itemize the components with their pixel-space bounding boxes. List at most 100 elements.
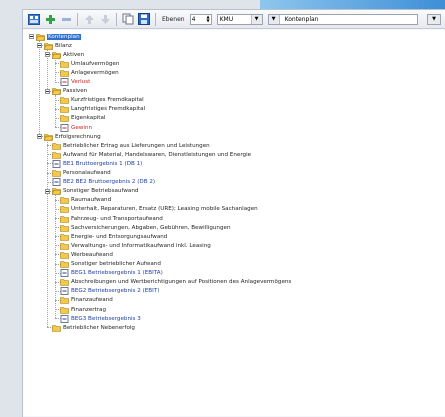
tree-node[interactable]: Betrieblicher Nebenerfolg: [52, 323, 135, 332]
tree-node[interactable]: Energie- und Entsorgungsaufwand: [60, 232, 167, 241]
folder-icon: [60, 96, 71, 104]
chevron-down-icon[interactable]: ▼: [268, 14, 280, 24]
tree-node-label: BE1 Bruttoergebnis 1 (DB 1): [63, 160, 143, 167]
tree-node[interactable]: BEG2 Betriebsergebnis 2 (EBIT): [60, 287, 159, 296]
levels-spinner[interactable]: 4 ▲ ▼: [189, 13, 212, 25]
tree-node[interactable]: Unterhalt, Reparaturen, Ersatz (URE); Le…: [60, 205, 258, 214]
document-icon: [60, 287, 71, 296]
tree-node[interactable]: Aufwand für Material, Handelswaren, Dien…: [52, 150, 251, 159]
scheme-select[interactable]: KMU ▼: [216, 13, 263, 25]
account-tree: Kontenplan Bilanz Aktiven Umlaufvermögen Anl…: [23, 30, 445, 416]
tree-node[interactable]: BE1 Bruttoergebnis 1 (DB 1): [52, 159, 142, 168]
tree-node[interactable]: BEG3 Betriebsergebnis 3: [60, 314, 141, 323]
folder-icon: [60, 196, 71, 205]
tree-node-label: Erfolgsrechnung: [55, 133, 101, 140]
up-icon[interactable]: [82, 12, 96, 26]
tree-node[interactable]: Raumaufwand: [60, 196, 111, 205]
tree-node[interactable]: Kontenplan: [36, 32, 81, 41]
tree-node[interactable]: Umlaufvermögen: [60, 59, 119, 68]
tree-node[interactable]: Anlagevermögen: [60, 68, 119, 77]
collapse-toggle-icon[interactable]: [29, 34, 34, 39]
minus-icon[interactable]: [59, 12, 73, 26]
tree-node-label: Aufwand für Material, Handelswaren, Dien…: [63, 151, 252, 158]
tree-node[interactable]: Passiven: [52, 87, 87, 96]
tree-node-label: BEG3 Betriebsergebnis 3: [71, 315, 141, 322]
folder-icon: [52, 169, 63, 177]
folder-open-icon: [52, 187, 63, 195]
tree-node-label: Energie- und Entsorgungsaufwand: [71, 233, 168, 240]
collapse-toggle-icon[interactable]: [45, 52, 50, 58]
tree-node-label: Passiven: [63, 88, 88, 95]
tree-node[interactable]: Sachversicherungen, Abgaben, Gebühren, B…: [60, 223, 231, 232]
tree-node-label: Kontenplan: [47, 33, 81, 40]
tree-node-label: Unterhalt, Reparaturen, Ersatz (URE); Le…: [71, 206, 258, 213]
document-icon: [60, 123, 71, 132]
tree-node-label: Betrieblicher Ertrag aus Lieferungen und…: [63, 142, 210, 149]
tree-node-label: Verlust: [71, 79, 91, 85]
folder-icon: [52, 151, 63, 159]
tree-guide-line: [55, 58, 56, 82]
tree-node[interactable]: Aktiven: [52, 50, 84, 59]
tree-node[interactable]: Erfolgsrechnung: [44, 132, 101, 141]
tree-node[interactable]: Verwaltungs- und Informatikaufwand inkl.…: [60, 241, 211, 250]
chevron-down-icon[interactable]: ▼: [428, 14, 440, 24]
collapse-toggle-icon[interactable]: [37, 134, 42, 140]
collapse-toggle-icon[interactable]: [45, 188, 50, 194]
tree-guide-line: [39, 40, 40, 137]
tree-node[interactable]: Eigenkapital: [60, 114, 105, 123]
folder-icon: [60, 114, 71, 123]
tree-node[interactable]: Personalaufwand: [52, 169, 111, 178]
folder-icon: [60, 260, 71, 268]
tree-node[interactable]: Fahrzeug- und Transportaufwand: [60, 214, 163, 223]
plan-select[interactable]: ▼ Kontenplan: [267, 13, 418, 25]
document-icon: [52, 159, 63, 168]
folder-icon: [60, 60, 71, 68]
levels-value: 4: [191, 15, 196, 23]
tree-node-label: BEG1 Betriebsergebnis 1 (EBITA): [71, 270, 163, 277]
levels-label: Ebenen: [162, 15, 185, 23]
tree-node-label: Betrieblicher Nebenerfolg: [63, 324, 135, 331]
tree-node-label: Werbeaufwand: [71, 251, 113, 258]
toolbar-separator: [155, 12, 156, 26]
tree-node-label: Eigenkapital: [71, 115, 106, 122]
tree-node[interactable]: Werbeaufwand: [60, 250, 113, 259]
chevron-down-icon[interactable]: ▼: [250, 14, 262, 24]
down-icon[interactable]: [98, 12, 112, 26]
tree-node[interactable]: Bilanz: [44, 41, 72, 50]
save-icon[interactable]: [137, 12, 151, 26]
folder-icon: [60, 296, 71, 305]
folder-icon: [52, 324, 63, 332]
tree-node-label: Fahrzeug- und Transportaufwand: [71, 215, 163, 222]
tree-node[interactable]: Sonstiger Betriebsaufwand: [52, 187, 138, 196]
tree-node[interactable]: Langfristiges Fremdkapital: [60, 105, 145, 114]
tree-node[interactable]: Sonstiger betrieblicher Aufwand: [60, 260, 161, 269]
document-icon: [60, 314, 71, 323]
folder-open-icon: [52, 51, 63, 59]
copy-icon[interactable]: [121, 12, 135, 26]
document-icon: [52, 178, 63, 187]
folder-icon: [52, 142, 63, 150]
tree-node[interactable]: Finanzertrag: [60, 305, 106, 314]
tree-node-label: BE2 BE2 Bruttoergebnis 2 (DB 2): [63, 179, 156, 186]
tree-node-label: Sachversicherungen, Abgaben, Gebühren, B…: [71, 224, 231, 231]
options-dropdown[interactable]: ▼: [427, 13, 441, 25]
tree-node[interactable]: Kurzfristiges Fremdkapital: [60, 96, 144, 105]
collapse-toggle-icon[interactable]: [37, 43, 42, 49]
tree-node-label: Langfristiges Fremdkapital: [71, 106, 146, 113]
folder-open-icon: [36, 33, 47, 41]
scheme-value: KMU: [219, 15, 234, 23]
tree-node-label: Anlagevermögen: [71, 69, 119, 76]
collapse-toggle-icon[interactable]: [45, 88, 50, 94]
tree-node[interactable]: BE2 BE2 Bruttoergebnis 2 (DB 2): [52, 178, 155, 187]
tree-node[interactable]: BEG1 Betriebsergebnis 1 (EBITA): [60, 269, 163, 278]
plus-icon[interactable]: [43, 12, 57, 26]
spin-arrows-icon[interactable]: ▲ ▼: [207, 15, 210, 23]
tree-node[interactable]: Finanzaufwand: [60, 296, 113, 305]
tree-node[interactable]: Abschreibungen und Wertberichtigungen au…: [60, 278, 291, 287]
tree-node[interactable]: Verlust: [60, 78, 90, 87]
grid-icon[interactable]: [27, 12, 41, 26]
tree-node[interactable]: Gewinn: [60, 123, 92, 132]
tree-node[interactable]: Betrieblicher Ertrag aus Lieferungen und…: [52, 141, 210, 150]
document-icon: [60, 269, 71, 278]
tree-node-label: Sonstiger Betriebsaufwand: [63, 188, 139, 195]
